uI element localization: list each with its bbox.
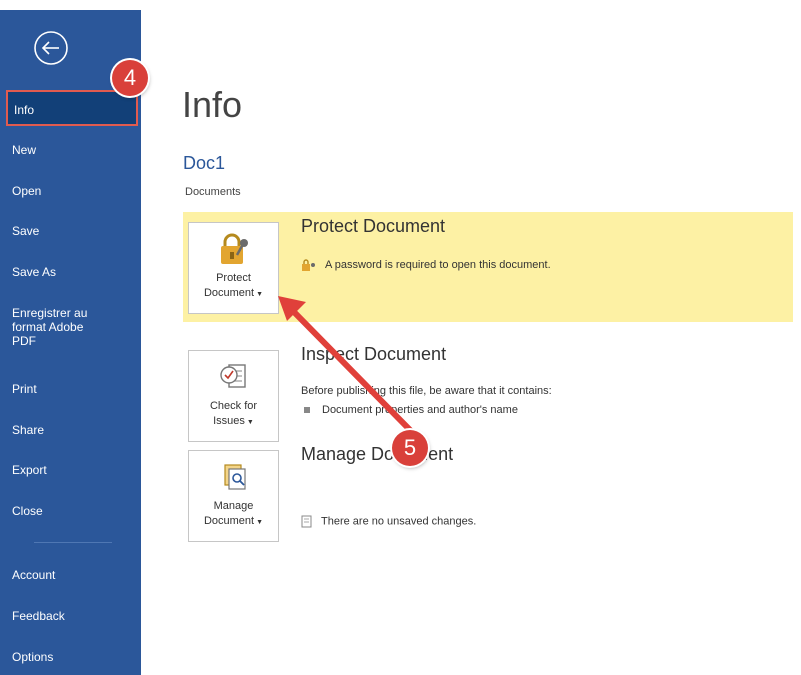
- nav-item-new[interactable]: New: [0, 143, 141, 158]
- check-button-line1: Check for: [209, 400, 258, 412]
- manage-document-button[interactable]: Manage Document ▼: [188, 450, 279, 542]
- manage-document-description-row: There are no unsaved changes.: [301, 515, 476, 528]
- nav-item-save-as[interactable]: Save As: [0, 265, 141, 280]
- protect-document-section: Protect Document ▼ Protect Document A pas…: [183, 212, 793, 322]
- nav-item-info[interactable]: Info: [6, 90, 138, 126]
- nav-item-print[interactable]: Print: [0, 382, 141, 397]
- nav-item-share[interactable]: Share: [0, 423, 141, 438]
- protect-document-description-row: A password is required to open this docu…: [301, 259, 551, 272]
- nav-item-save[interactable]: Save: [0, 224, 141, 239]
- manage-document-title: Manage Document: [301, 444, 454, 464]
- manage-document-description: There are no unsaved changes.: [321, 515, 477, 528]
- document-location[interactable]: Documents: [185, 186, 241, 198]
- manage-button-line1: Manage: [213, 500, 254, 512]
- document-small-icon: [301, 515, 312, 528]
- nav-item-save-adobe-pdf[interactable]: Enregistrer au format Adobe PDF: [0, 306, 100, 348]
- inspect-document-bullet: Document properties and author's name: [322, 404, 518, 416]
- protect-document-title: Protect Document: [301, 216, 446, 236]
- nav-item-feedback[interactable]: Feedback: [0, 609, 141, 624]
- step-5-callout: 5: [392, 430, 428, 466]
- nav-item-account[interactable]: Account: [0, 568, 141, 583]
- bullet-square-icon: [304, 407, 310, 414]
- nav-item-close[interactable]: Close: [0, 504, 141, 519]
- protect-button-line2: Document: [203, 287, 255, 299]
- check-for-issues-button[interactable]: Check for Issues ▼: [188, 350, 279, 442]
- dropdown-caret-icon: ▼: [246, 419, 254, 426]
- lock-key-icon: [221, 233, 248, 264]
- page-title: Info: [182, 84, 243, 125]
- lock-key-small-icon: [302, 259, 315, 272]
- sidebar-divider: [34, 542, 112, 543]
- protect-document-button[interactable]: Protect Document ▼: [188, 222, 279, 314]
- manage-document-icon: [224, 464, 246, 490]
- manage-document-section: Manage Document ▼ Manage Document There a…: [183, 440, 793, 550]
- inspect-checklist-icon: [220, 364, 246, 388]
- inspect-document-bullet-row: Document properties and author's name: [301, 404, 518, 416]
- inspect-document-title: Inspect Document: [301, 344, 447, 364]
- nav-item-options[interactable]: Options: [0, 650, 141, 665]
- back-arrow-icon[interactable]: [33, 30, 69, 66]
- nav-item-open[interactable]: Open: [0, 184, 141, 199]
- dropdown-caret-icon: ▼: [256, 519, 264, 526]
- dropdown-caret-icon: ▼: [256, 291, 264, 298]
- check-button-line2: Issues: [213, 415, 245, 427]
- document-name: Doc1: [183, 153, 226, 173]
- step-4-callout: 4: [112, 60, 148, 96]
- nav-item-export[interactable]: Export: [0, 463, 141, 478]
- protect-button-line1: Protect: [216, 272, 251, 284]
- protect-document-description: A password is required to open this docu…: [325, 259, 551, 271]
- inspect-document-description: Before publishing this file, be aware th…: [301, 385, 552, 397]
- manage-button-line2: Document: [203, 515, 255, 527]
- backstage-sidebar: Info New Open Save Save As Enregistrer a…: [0, 10, 141, 675]
- inspect-document-section: Check for Issues ▼ Inspect Document Befor…: [183, 340, 793, 450]
